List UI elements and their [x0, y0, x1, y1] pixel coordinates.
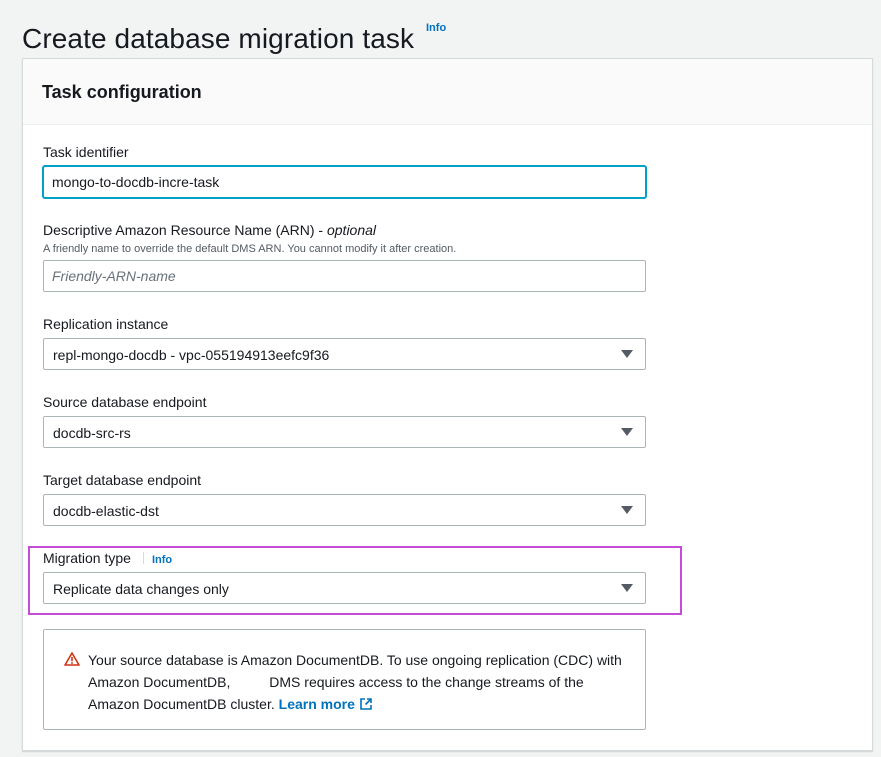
alert-text: Your source database is Amazon DocumentD… — [88, 652, 625, 712]
migration-type-select[interactable]: Replicate data changes only — [43, 572, 646, 604]
panel-header: Task configuration — [23, 59, 872, 125]
caret-down-icon — [621, 350, 633, 358]
warning-icon — [64, 652, 80, 666]
migration-type-label-row: Migration type Info — [43, 550, 172, 566]
target-endpoint-select[interactable]: docdb-elastic-dst — [43, 494, 646, 526]
arn-description: A friendly name to override the default … — [43, 243, 457, 255]
caret-down-icon — [621, 584, 633, 592]
arn-label-text: Descriptive Amazon Resource Name (ARN) - — [43, 222, 327, 238]
target-endpoint-label: Target database endpoint — [43, 472, 202, 488]
page-info-link[interactable]: Info — [426, 22, 446, 34]
task-identifier-label: Task identifier — [43, 144, 129, 160]
caret-down-icon — [621, 428, 633, 436]
panel-title: Task configuration — [42, 82, 202, 102]
learn-more-link[interactable]: Learn more — [279, 696, 355, 712]
source-endpoint-label: Source database endpoint — [43, 394, 207, 410]
alert-message: Your source database is Amazon DocumentD… — [88, 649, 633, 715]
replication-instance-label: Replication instance — [43, 316, 169, 332]
external-link-icon[interactable] — [359, 697, 373, 711]
caret-down-icon — [621, 506, 633, 514]
replication-instance-select[interactable]: repl-mongo-docdb - vpc-055194913eefc9f36 — [43, 338, 646, 370]
source-endpoint-select[interactable]: docdb-src-rs — [43, 416, 646, 448]
arn-optional-text: optional — [326, 222, 377, 238]
task-configuration-panel: Task configuration Task identifier Descr… — [22, 58, 873, 751]
migration-type-info-link[interactable]: Info — [152, 554, 172, 566]
arn-input[interactable] — [43, 260, 646, 292]
page-title: Create database migration task — [22, 22, 415, 54]
task-identifier-input[interactable] — [43, 166, 646, 198]
warning-alert: Your source database is Amazon DocumentD… — [43, 629, 646, 730]
arn-label: Descriptive Amazon Resource Name (ARN) -… — [43, 222, 376, 238]
migration-type-label: Migration type — [43, 550, 131, 566]
target-endpoint-value: docdb-elastic-dst — [53, 503, 159, 519]
migration-type-value: Replicate data changes only — [53, 581, 229, 597]
label-divider — [142, 552, 144, 564]
source-endpoint-value: docdb-src-rs — [53, 425, 131, 441]
replication-instance-value: repl-mongo-docdb - vpc-055194913eefc9f36 — [53, 347, 330, 363]
